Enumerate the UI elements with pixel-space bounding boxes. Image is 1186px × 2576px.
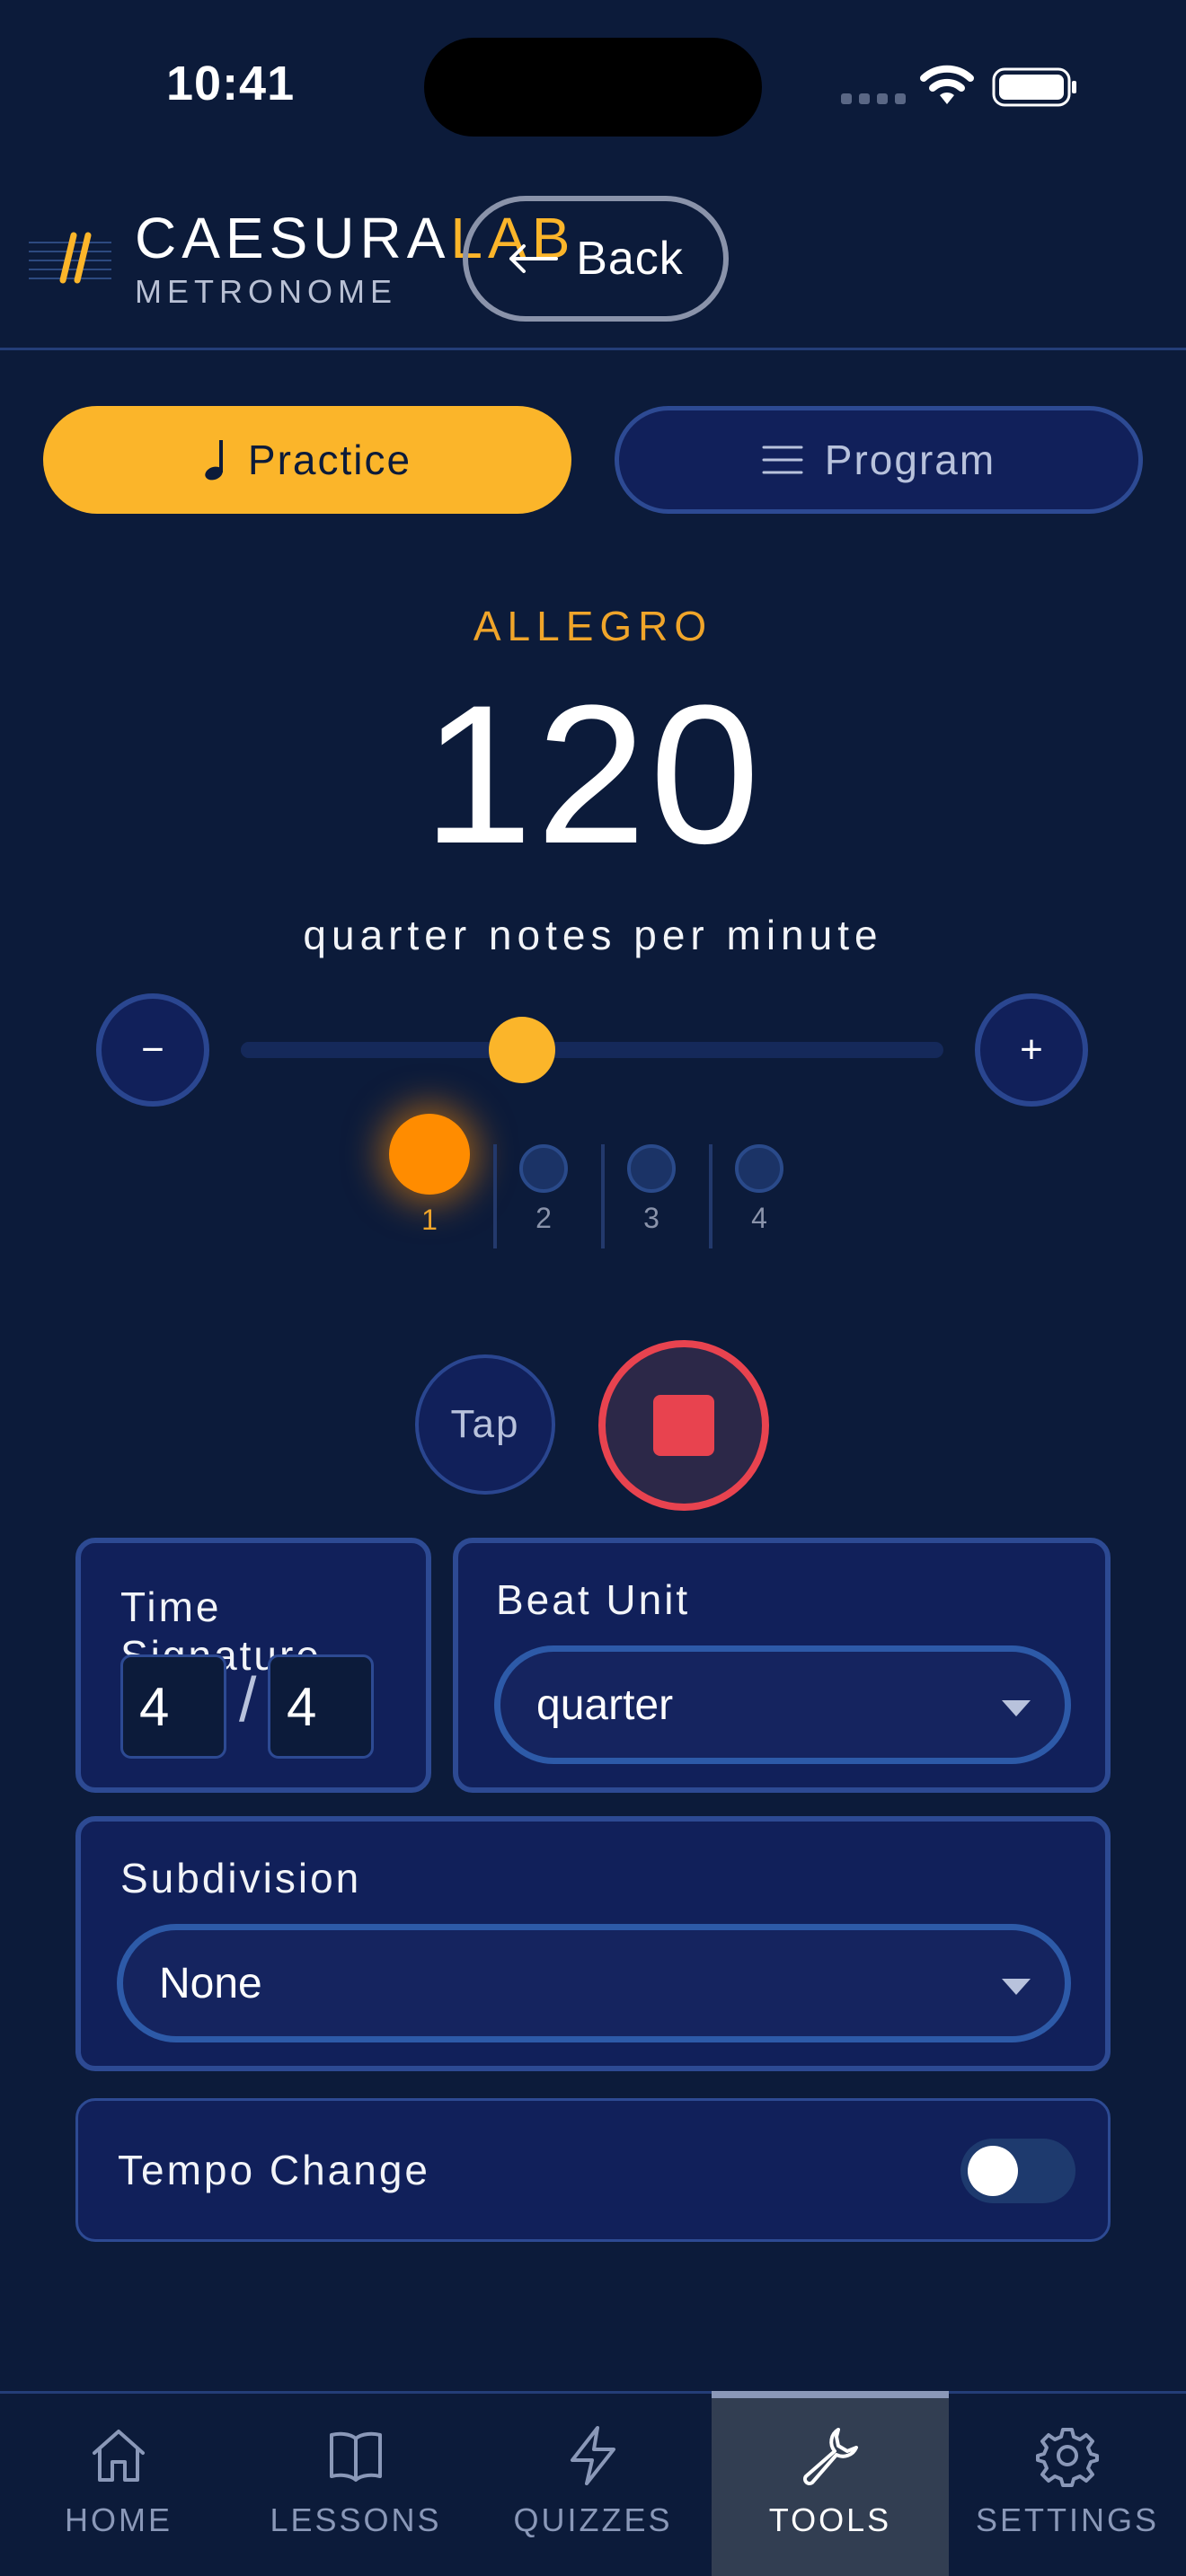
tap-tempo-button[interactable]: Tap — [415, 1354, 555, 1495]
tempo-change-title: Tempo Change — [118, 2147, 430, 2193]
dynamic-island — [424, 38, 762, 137]
tempo-slider-fill — [241, 1042, 522, 1058]
stop-icon — [653, 1395, 714, 1456]
nav-lessons-label: LESSONS — [270, 2501, 442, 2538]
nav-home-label: HOME — [65, 2501, 173, 2538]
chevron-down-icon — [1002, 1979, 1031, 1995]
caesura-logo-icon — [29, 232, 111, 284]
time-signature-denominator-input[interactable]: 4 — [268, 1654, 374, 1759]
tab-program-label: Program — [824, 437, 996, 483]
home-icon — [93, 2430, 145, 2482]
beat-dot — [389, 1114, 470, 1195]
wrench-icon — [803, 2428, 858, 2485]
menu-lines-icon — [762, 446, 803, 474]
quarter-note-icon — [205, 440, 223, 481]
subdivision-select[interactable]: None — [117, 1924, 1071, 2042]
beat-dot — [735, 1144, 783, 1193]
beat-label: 2 — [535, 1202, 552, 1234]
beat-unit-value: quarter — [536, 1681, 674, 1729]
bottom-navigation: HOME LESSONS QUIZZES TOOLS SETTINGS — [0, 2391, 1186, 2576]
tempo-unit-text: quarter notes per minute — [303, 912, 883, 958]
tempo-change-toggle[interactable] — [960, 2139, 1075, 2203]
beat-separator — [493, 1144, 497, 1248]
tempo-slider-thumb[interactable] — [488, 1017, 555, 1083]
nav-lessons[interactable]: LESSONS — [237, 2394, 474, 2576]
beat-label: 4 — [751, 1202, 767, 1234]
beat-indicator-1: 1 — [389, 1114, 470, 1237]
nav-quizzes[interactable]: QUIZZES — [474, 2394, 712, 2576]
nav-settings[interactable]: SETTINGS — [949, 2394, 1186, 2576]
gear-icon — [1036, 2428, 1099, 2487]
back-label: Back — [576, 233, 684, 285]
time-signature-numerator-input[interactable]: 4 — [120, 1654, 226, 1759]
beat-label: 3 — [643, 1202, 659, 1234]
stop-button[interactable] — [598, 1340, 769, 1511]
wifi-icon — [920, 65, 974, 104]
beat-unit-card: Beat Unit quarter — [453, 1538, 1111, 1793]
beat-separator — [709, 1144, 712, 1248]
subdivision-card: Subdivision None — [75, 1816, 1111, 2071]
beat-separator — [601, 1144, 605, 1248]
beat-indicator-3: 3 — [627, 1144, 676, 1235]
subdivision-title: Subdivision — [120, 1855, 362, 1901]
battery-icon — [992, 67, 1076, 107]
beat-dot — [627, 1144, 676, 1193]
beat-indicators: 1 2 3 4 — [0, 1114, 1186, 1257]
tab-practice-label: Practice — [247, 437, 412, 483]
beat-label: 1 — [421, 1204, 438, 1236]
beat-indicator-2: 2 — [519, 1144, 568, 1235]
nav-settings-label: SETTINGS — [975, 2501, 1160, 2538]
plus-label: + — [1020, 1028, 1043, 1072]
beat-unit-select[interactable]: quarter — [494, 1645, 1071, 1764]
chevron-down-icon — [1002, 1700, 1031, 1716]
nav-home[interactable]: HOME — [0, 2394, 237, 2576]
tap-label: Tap — [450, 1402, 520, 1446]
arrow-left-icon — [509, 244, 559, 273]
nav-tools-label: TOOLS — [768, 2501, 892, 2538]
app-header: CAESURALAB METRONOME Back — [0, 171, 1186, 350]
toggle-knob — [968, 2146, 1018, 2196]
time-signature-separator: / — [239, 1664, 257, 1734]
nav-quizzes-label: QUIZZES — [513, 2501, 673, 2538]
brand-name-main: CAESURA — [135, 206, 451, 270]
minus-label: − — [141, 1028, 164, 1072]
subdivision-value: None — [159, 1959, 262, 2007]
tempo-slider-track[interactable] — [241, 1042, 943, 1058]
tab-practice[interactable]: Practice — [43, 406, 571, 514]
tempo-marking: ALLEGRO — [473, 603, 713, 649]
status-time: 10:41 — [166, 57, 296, 110]
nav-tools[interactable]: TOOLS — [712, 2391, 949, 2576]
beat-unit-title: Beat Unit — [496, 1576, 691, 1623]
tab-program[interactable]: Program — [615, 406, 1143, 514]
status-bar: 10:41 — [0, 0, 1186, 171]
lightning-icon — [571, 2426, 615, 2485]
book-icon — [330, 2431, 382, 2482]
decrease-tempo-button[interactable]: − — [96, 993, 209, 1107]
bpm-value: 120 — [422, 664, 764, 885]
increase-tempo-button[interactable]: + — [975, 993, 1088, 1107]
cellular-signal-icon — [841, 93, 906, 104]
tempo-change-card: Tempo Change — [75, 2098, 1111, 2242]
time-signature-card: Time Signature 4 / 4 — [75, 1538, 431, 1793]
back-button[interactable]: Back — [463, 196, 729, 322]
beat-dot — [519, 1144, 568, 1193]
beat-indicator-4: 4 — [735, 1144, 783, 1235]
